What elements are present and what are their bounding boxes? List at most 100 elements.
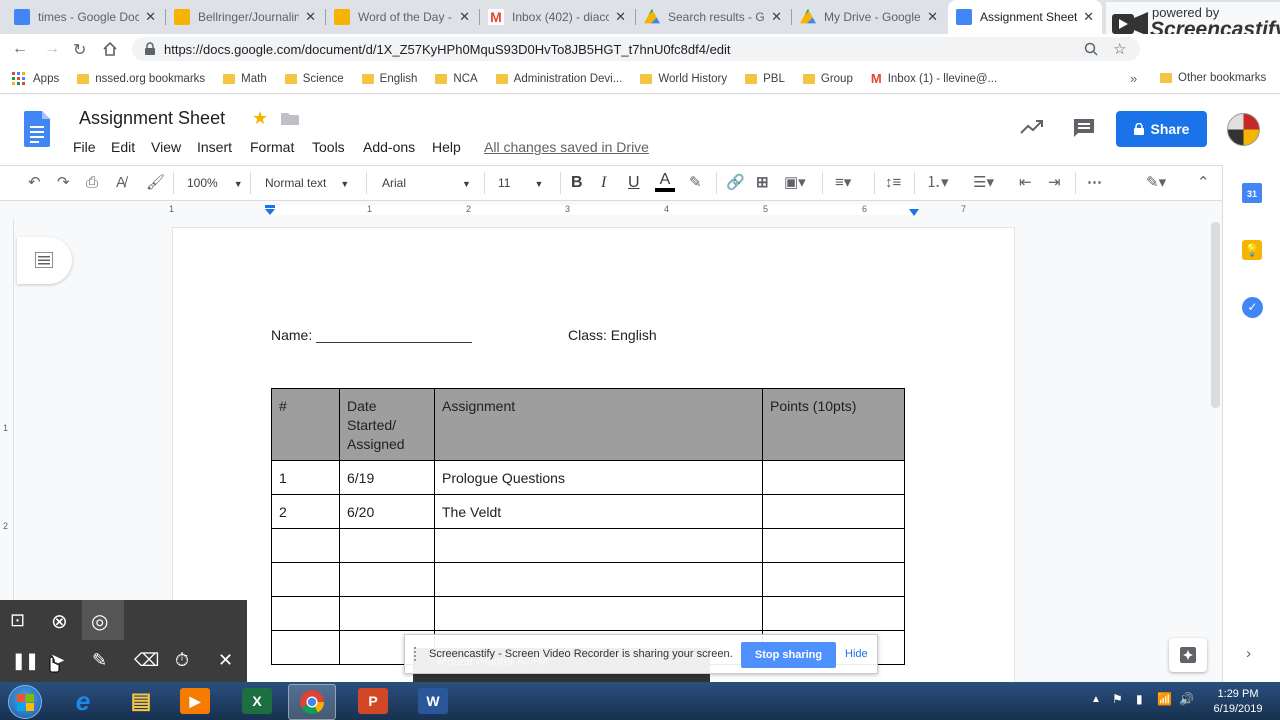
menu-help[interactable]: Help bbox=[432, 139, 461, 155]
windows-start-button[interactable] bbox=[8, 685, 42, 719]
bulleted-list-icon[interactable]: ☰▾ bbox=[973, 174, 994, 192]
insert-image-icon[interactable]: ▣▾ bbox=[784, 174, 806, 192]
tab-times-google-doc[interactable]: times - Google Doc ✕ bbox=[6, 0, 164, 34]
battery-icon[interactable]: ▮ bbox=[1136, 692, 1143, 706]
insert-link-icon[interactable]: 🔗 bbox=[726, 174, 745, 192]
table-cell[interactable] bbox=[762, 528, 905, 563]
volume-icon[interactable]: 🔊 bbox=[1179, 692, 1194, 706]
tab-word-of-the-day[interactable]: Word of the Day - ✕ bbox=[326, 0, 478, 34]
table-cell[interactable] bbox=[762, 460, 905, 495]
powerpoint-icon[interactable]: P bbox=[358, 688, 388, 714]
bookmarks-overflow-icon[interactable]: » bbox=[1130, 71, 1137, 86]
table-cell[interactable] bbox=[271, 528, 340, 563]
close-tab-icon[interactable]: ✕ bbox=[771, 9, 782, 25]
bookmark-inbox[interactable]: M Inbox (1) - llevine@... bbox=[871, 71, 997, 86]
tab-search-results[interactable]: Search results - Go ✕ bbox=[636, 0, 790, 34]
tasks-icon[interactable]: ✓ bbox=[1242, 297, 1263, 318]
bookmark-math[interactable]: Math bbox=[223, 73, 267, 85]
word-icon[interactable]: W bbox=[418, 688, 448, 714]
vertical-scrollbar-thumb[interactable] bbox=[1211, 222, 1220, 408]
tab-assignment-sheet[interactable]: Assignment Sheet ✕ bbox=[948, 0, 1102, 34]
expand-side-panel-icon[interactable]: › bbox=[1246, 645, 1251, 662]
table-cell[interactable] bbox=[434, 596, 763, 631]
header-cell-date[interactable]: Date Started/ Assigned bbox=[339, 388, 435, 461]
excel-icon[interactable]: X bbox=[242, 688, 272, 714]
keep-icon[interactable]: 💡 bbox=[1242, 240, 1262, 260]
close-tab-icon[interactable]: ✕ bbox=[615, 9, 626, 25]
table-cell[interactable] bbox=[434, 562, 763, 597]
explore-button[interactable] bbox=[1169, 638, 1207, 672]
document-title[interactable]: Assignment Sheet bbox=[79, 108, 225, 129]
media-player-icon[interactable]: ▶ bbox=[180, 688, 210, 714]
header-cell-points[interactable]: Points (10pts) bbox=[762, 388, 905, 461]
bookmark-english[interactable]: English bbox=[361, 73, 417, 85]
table-cell[interactable] bbox=[271, 630, 340, 665]
tab-inbox[interactable]: M Inbox (402) - diacc ✕ bbox=[480, 0, 634, 34]
bookmark-pbl[interactable]: PBL bbox=[745, 73, 785, 85]
bookmark-other[interactable]: Other bookmarks bbox=[1160, 72, 1266, 84]
hide-cursor-icon[interactable]: ⊗ bbox=[51, 609, 68, 634]
bookmark-world-history[interactable]: World History bbox=[640, 73, 727, 85]
share-button[interactable]: Share bbox=[1116, 111, 1207, 147]
close-tab-icon[interactable]: ✕ bbox=[1083, 9, 1094, 25]
name-line[interactable]: Name: ____________________ bbox=[271, 327, 472, 343]
hide-sharing-bar-link[interactable]: Hide bbox=[845, 648, 868, 660]
internet-explorer-icon[interactable]: e bbox=[66, 686, 100, 716]
bookmark-apps[interactable]: Apps bbox=[12, 72, 59, 85]
document-outline-button[interactable] bbox=[17, 237, 72, 284]
paint-format-icon[interactable]: 🖌 bbox=[146, 174, 165, 192]
indent-marker-icon[interactable] bbox=[264, 205, 276, 217]
close-tab-icon[interactable]: ✕ bbox=[927, 9, 938, 25]
menu-edit[interactable]: Edit bbox=[111, 139, 135, 155]
table-cell[interactable] bbox=[762, 596, 905, 631]
back-arrow-icon[interactable]: ← bbox=[12, 40, 28, 58]
menu-view[interactable]: View bbox=[151, 139, 181, 155]
italic-button[interactable]: I bbox=[601, 174, 606, 192]
zoom-icon[interactable] bbox=[1084, 42, 1098, 56]
eraser-icon[interactable]: ⌫ bbox=[134, 650, 159, 671]
save-status[interactable]: All changes saved in Drive bbox=[484, 139, 649, 155]
table-cell[interactable] bbox=[339, 596, 435, 631]
forward-arrow-icon[interactable]: → bbox=[44, 40, 60, 58]
activity-trend-icon[interactable] bbox=[1020, 118, 1044, 136]
align-left-icon[interactable]: ≡▾ bbox=[835, 174, 851, 192]
redo-icon[interactable]: ↷ bbox=[57, 174, 70, 192]
table-cell[interactable]: Prologue Questions bbox=[434, 460, 763, 495]
collapse-menus-icon[interactable]: ⌃ bbox=[1197, 174, 1210, 192]
move-to-folder-icon[interactable] bbox=[281, 112, 299, 126]
bookmark-group[interactable]: Group bbox=[802, 73, 853, 85]
editing-mode-icon[interactable]: ✎▾ bbox=[1146, 174, 1166, 192]
menu-insert[interactable]: Insert bbox=[197, 139, 232, 155]
close-tab-icon[interactable]: ✕ bbox=[459, 9, 470, 25]
table-cell[interactable] bbox=[762, 562, 905, 597]
font-family-select[interactable]: Arial ▼ bbox=[382, 176, 471, 190]
table-cell[interactable] bbox=[339, 562, 435, 597]
text-color-button[interactable]: A bbox=[655, 171, 675, 195]
table-cell[interactable] bbox=[339, 528, 435, 563]
numbered-list-icon[interactable]: ⒈▾ bbox=[926, 174, 949, 192]
bold-button[interactable]: B bbox=[571, 174, 583, 192]
user-avatar[interactable] bbox=[1227, 113, 1260, 146]
table-cell[interactable] bbox=[434, 528, 763, 563]
undo-icon[interactable]: ↶ bbox=[28, 174, 41, 192]
menu-addons[interactable]: Add-ons bbox=[363, 139, 415, 155]
bookmark-administration[interactable]: Administration Devi... bbox=[495, 73, 622, 85]
file-explorer-icon[interactable]: ▤ bbox=[124, 686, 158, 716]
table-cell[interactable]: 6/20 bbox=[339, 494, 435, 529]
tab-my-drive[interactable]: My Drive - Google ✕ bbox=[792, 0, 946, 34]
close-recorder-icon[interactable]: ✕ bbox=[218, 650, 233, 671]
decrease-indent-icon[interactable]: ⇤ bbox=[1019, 174, 1032, 192]
bookmark-science[interactable]: Science bbox=[284, 73, 344, 85]
bookmark-star-icon[interactable]: ☆ bbox=[1113, 40, 1126, 58]
zoom-select[interactable]: 100% ▼ bbox=[187, 176, 243, 190]
table-cell[interactable]: 1 bbox=[271, 460, 340, 495]
table-cell[interactable]: 2 bbox=[271, 494, 340, 529]
increase-indent-icon[interactable]: ⇥ bbox=[1048, 174, 1061, 192]
close-tab-icon[interactable]: ✕ bbox=[305, 9, 316, 25]
pen-icon[interactable]: ✎ bbox=[92, 650, 107, 671]
class-line[interactable]: Class: English bbox=[568, 327, 657, 343]
home-icon[interactable] bbox=[102, 41, 118, 57]
bookmark-nssed[interactable]: nssed.org bookmarks bbox=[77, 73, 205, 85]
header-cell-number[interactable]: # bbox=[271, 388, 340, 461]
menu-file[interactable]: File bbox=[73, 139, 96, 155]
